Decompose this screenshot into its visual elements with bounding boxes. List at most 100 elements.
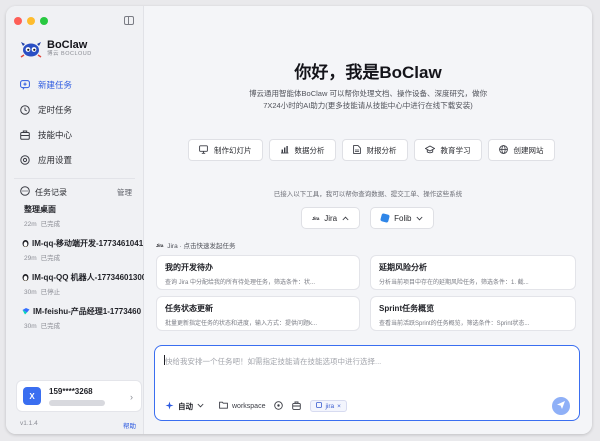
history-item-title: IM-qq-QQ 机器人-17734601300 bbox=[32, 273, 146, 282]
skills-icon bbox=[20, 130, 30, 140]
history-item-title: 整理桌面 bbox=[24, 205, 56, 214]
sidebar-nav: 新建任务 定时任务 技能中心 应用设置 bbox=[14, 72, 138, 172]
send-button[interactable] bbox=[552, 397, 570, 415]
slides-icon bbox=[199, 144, 208, 156]
user-card[interactable]: X 159****3268 › bbox=[16, 380, 142, 412]
sidebar-divider bbox=[14, 178, 135, 179]
app-window: BoClaw 博云 BOCLOUD 新建任务 定时任务 技能中心 应用设置 任务… bbox=[6, 6, 592, 434]
history-item-status: 已完成 bbox=[40, 221, 61, 228]
sidebar-item-label: 应用设置 bbox=[38, 154, 73, 165]
minimize-window-button[interactable] bbox=[27, 17, 35, 25]
list-item[interactable]: IM-feishu-产品经理1-1773460 30m 已完成 bbox=[22, 306, 146, 330]
attach-icon[interactable] bbox=[274, 400, 284, 412]
history-item-status: 已完成 bbox=[40, 323, 61, 330]
chat-plus-icon bbox=[20, 79, 30, 90]
card-title: 我的开发待办 bbox=[165, 263, 213, 272]
jira-logo-icon: Jira bbox=[156, 242, 164, 248]
education-button[interactable]: 教育学习 bbox=[413, 139, 482, 161]
task-card[interactable]: 延期风险分析 分析当前项目中存在的延期风险任务，筛选条件：1. 截... bbox=[370, 255, 576, 290]
chevron-up-icon bbox=[342, 214, 349, 223]
history-item-time: 29m bbox=[24, 255, 37, 262]
sidebar-item-label: 定时任务 bbox=[38, 104, 73, 115]
version-label: v1.1.4 bbox=[20, 420, 38, 427]
quick-action-label: 财报分析 bbox=[366, 145, 397, 155]
chevron-down-icon bbox=[197, 403, 204, 410]
sidebar-item-label: 技能中心 bbox=[38, 129, 73, 140]
help-link[interactable]: 帮助 bbox=[123, 420, 136, 430]
history-item-status: 已完成 bbox=[40, 255, 61, 262]
folder-icon bbox=[219, 401, 228, 411]
sidebar: BoClaw 博云 BOCLOUD 新建任务 定时任务 技能中心 应用设置 任务… bbox=[6, 6, 146, 434]
intro-line: 7X24小时的AI助力(更多技能请从技能中心中进行在线下载安装) bbox=[263, 101, 473, 110]
send-icon bbox=[556, 397, 566, 415]
user-phone: 159****3268 bbox=[49, 386, 93, 396]
history-item-title: IM-qq-移动端开发-1773461041 bbox=[32, 239, 144, 248]
maximize-window-button[interactable] bbox=[40, 17, 48, 25]
sidebar-item-app-settings[interactable]: 应用设置 bbox=[14, 147, 138, 172]
card-description: 查询 Jira 中分配给我的所有待处理任务，筛选条件：状... bbox=[165, 280, 316, 286]
history-list-icon bbox=[20, 186, 30, 198]
task-composer[interactable]: 快给我安排一个任务吧！如需指定技能请在技能选项中进行选择... 自动 works… bbox=[154, 345, 580, 421]
history-item-time: 30m bbox=[24, 289, 37, 296]
quick-action-label: 教育学习 bbox=[440, 145, 471, 155]
feishu-icon bbox=[22, 307, 30, 317]
tool-label: Folib bbox=[394, 213, 412, 223]
intro-text: 博云通用智能体BoClaw 可以帮你处理文档、操作设备、深度研究，做你 7X24… bbox=[224, 88, 512, 112]
chevron-right-icon: › bbox=[130, 392, 133, 402]
history-item-status: 已停止 bbox=[40, 289, 61, 296]
history-list: 整理桌面 22m 已完成 IM-qq-移动端开发-1773461041 29m 已完… bbox=[22, 204, 146, 340]
mode-selector[interactable]: 自动 bbox=[165, 401, 204, 412]
tool-chip-icon bbox=[316, 402, 323, 410]
quick-start-label: Jira Jira · 点击快速发起任务 bbox=[156, 240, 236, 251]
workspace-label: workspace bbox=[232, 402, 266, 410]
boclaw-logo-icon bbox=[20, 40, 42, 58]
card-title: Sprint任务概览 bbox=[379, 304, 435, 313]
task-card[interactable]: 任务状态更新 批量更新指定任务的状态和进度，输入方式：提供问题k... bbox=[156, 296, 360, 331]
tool-label: Jira bbox=[324, 213, 338, 223]
financial-report-button[interactable]: 财报分析 bbox=[341, 139, 408, 161]
task-input[interactable]: 快给我安排一个任务吧！如需指定技能请在技能选项中进行选择... bbox=[165, 356, 381, 367]
brand-subtitle: 博云 BOCLOUD bbox=[47, 51, 92, 57]
card-title: 延期风险分析 bbox=[379, 263, 427, 272]
task-card[interactable]: 我的开发待办 查询 Jira 中分配给我的所有待处理任务，筛选条件：状... bbox=[156, 255, 360, 290]
sparkle-icon bbox=[165, 401, 174, 412]
manage-button[interactable]: 管理 bbox=[117, 187, 132, 198]
jira-chip[interactable]: jira × bbox=[310, 400, 347, 412]
history-item-time: 30m bbox=[24, 323, 37, 330]
quick-action-label: 创建网站 bbox=[513, 145, 544, 155]
card-description: 查看当前活跃Sprint的任务概览，筛选条件：Sprint状态... bbox=[379, 321, 530, 327]
tool-selector: Jira Jira Folib bbox=[301, 207, 435, 229]
jira-logo-icon: Jira bbox=[312, 215, 320, 221]
chevron-down-icon bbox=[416, 214, 423, 223]
avatar: X bbox=[23, 387, 41, 405]
sidebar-item-new-task[interactable]: 新建任务 bbox=[14, 72, 138, 97]
gear-icon bbox=[20, 154, 30, 165]
list-item[interactable]: IM-qq-移动端开发-1773461041 29m 已完成 bbox=[22, 238, 146, 262]
penguin-icon bbox=[22, 239, 29, 249]
data-analysis-button[interactable]: 数据分析 bbox=[268, 139, 336, 161]
jira-tool-button[interactable]: Jira Jira bbox=[301, 207, 361, 229]
list-item[interactable]: IM-qq-QQ 机器人-17734601300 30m 已停止 bbox=[22, 272, 146, 296]
main-panel: 你好，我是BoClaw 博云通用智能体BoClaw 可以帮你处理文档、操作设备、… bbox=[144, 6, 592, 434]
card-description: 批量更新指定任务的状态和进度，输入方式：提供问题k... bbox=[165, 321, 318, 327]
folib-tool-button[interactable]: Folib bbox=[370, 207, 435, 229]
graduation-cap-icon bbox=[424, 144, 435, 156]
sidebar-item-skill-center[interactable]: 技能中心 bbox=[14, 122, 138, 147]
task-card[interactable]: Sprint任务概览 查看当前活跃Sprint的任务概览，筛选条件：Sprint… bbox=[370, 296, 576, 331]
quick-start-text: Jira · 点击快速发起任务 bbox=[167, 243, 236, 250]
workspace-button[interactable]: workspace bbox=[219, 401, 265, 411]
folib-logo-icon bbox=[380, 213, 391, 223]
history-item-time: 22m bbox=[24, 221, 37, 228]
penguin-icon bbox=[22, 273, 29, 283]
close-icon[interactable]: × bbox=[337, 403, 341, 410]
intro-line: 博云通用智能体BoClaw 可以帮你处理文档、操作设备、深度研究，做你 bbox=[249, 89, 487, 98]
chart-icon bbox=[280, 145, 289, 156]
sidebar-toggle-icon[interactable] bbox=[124, 16, 134, 25]
make-slides-button[interactable]: 制作幻灯片 bbox=[188, 139, 263, 161]
close-window-button[interactable] bbox=[14, 17, 22, 25]
tools-hint: 已接入以下工具，我可以帮你查询数据、提交工单、操作这些系统 bbox=[273, 191, 463, 198]
create-website-button[interactable]: 创建网站 bbox=[487, 139, 555, 161]
skills-icon[interactable] bbox=[292, 401, 302, 412]
sidebar-item-scheduled-tasks[interactable]: 定时任务 bbox=[14, 97, 138, 122]
list-item[interactable]: 整理桌面 22m 已完成 bbox=[24, 204, 146, 228]
